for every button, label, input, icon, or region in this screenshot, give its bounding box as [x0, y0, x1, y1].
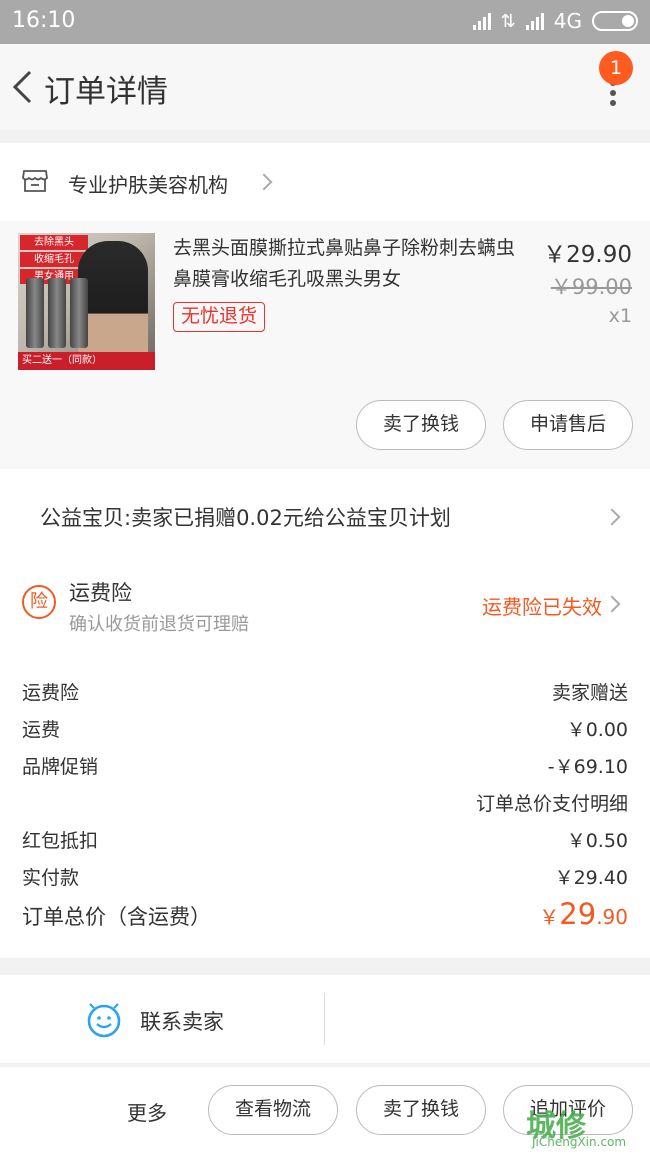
fee-row-shipping-insurance: 运费险 卖家赠送 — [22, 678, 628, 708]
chat-face-icon[interactable] — [86, 1002, 122, 1038]
refund-tag: 无忧退货 — [173, 302, 266, 332]
product-tube-image — [26, 278, 44, 348]
chevron-right-icon — [603, 595, 621, 613]
shop-row[interactable]: 专业护肤美容机构 — [0, 143, 650, 221]
contact-bar: 联系卖家 — [0, 975, 650, 1063]
signal-icon — [472, 12, 491, 30]
fee-summary: 运费险 卖家赠送 运费 ￥0.00 品牌促销 -￥69.10 订单总价支付明细 … — [0, 643, 650, 958]
model-face-image — [78, 241, 148, 361]
status-bar: 16:10 ⇅ 4G — [0, 0, 650, 44]
fee-label: 品牌促销 — [22, 756, 99, 778]
nav-bar: 订单详情 1 — [0, 44, 650, 130]
contact-seller-button[interactable]: 联系卖家 — [140, 1006, 224, 1036]
product-image[interactable]: 去除黑头 收缩毛孔 男女通用 买二送一（同款） — [18, 233, 155, 370]
notification-badge: 1 — [599, 51, 633, 85]
network-type: 4G — [553, 9, 582, 33]
view-logistics-button[interactable]: 查看物流 — [208, 1085, 338, 1135]
fee-label: 运费 — [22, 719, 61, 741]
total-label: 订单总价（含运费） — [22, 905, 211, 929]
page-title: 订单详情 — [44, 74, 168, 110]
charity-text: 公益宝贝:卖家已捐赠0.02元给公益宝贝计划 — [40, 506, 451, 530]
total-decimal: .90 — [596, 905, 628, 929]
product-tube-image — [48, 278, 66, 348]
status-time: 16:10 — [12, 8, 76, 33]
signal-icon-2 — [525, 12, 544, 30]
fee-row-red-packet: 红包抵扣 ￥0.50 — [22, 826, 628, 856]
original-price: ￥99.00 — [550, 275, 632, 299]
shipping-insurance-row[interactable]: 险 运费险 确认收货前退货可理赔 运费险已失效 — [0, 565, 650, 643]
fee-row-paid: 实付款 ￥29.40 — [22, 863, 628, 893]
sell-for-cash-button[interactable]: 卖了换钱 — [356, 400, 486, 450]
fee-value: 卖家赠送 — [551, 682, 628, 704]
back-arrow-icon[interactable] — [10, 69, 34, 105]
total-integer: 29 — [559, 897, 597, 931]
bottom-action-bar: 更多 查看物流 卖了换钱 追加评价 城修 JiChengXin.com — [0, 1067, 650, 1155]
shop-name: 专业护肤美容机构 — [68, 173, 228, 197]
total-currency: ￥ — [539, 905, 560, 929]
battery-icon — [592, 11, 638, 31]
insurance-title: 运费险 — [69, 581, 132, 605]
fee-row-total: 订单总价（含运费） ￥29.90 — [22, 897, 628, 937]
fee-label: 红包抵扣 — [22, 830, 99, 852]
fee-label: 运费险 — [22, 682, 80, 704]
product-tube-image — [70, 278, 88, 348]
fee-value: ￥0.50 — [566, 830, 628, 852]
image-tag-1: 去除黑头 — [20, 235, 88, 250]
product-price: ￥29.90 — [543, 242, 632, 268]
more-button[interactable]: 更多 — [127, 1097, 167, 1126]
charity-row[interactable]: 公益宝贝:卖家已捐赠0.02元给公益宝贝计划 — [0, 469, 650, 565]
fee-row-brand-promo: 品牌促销 -￥69.10 — [22, 752, 628, 782]
fee-label: 实付款 — [22, 867, 80, 889]
fee-value: ￥0.00 — [566, 719, 628, 741]
payment-detail-link[interactable]: 订单总价支付明细 — [476, 789, 628, 816]
fee-row-shipping: 运费 ￥0.00 — [22, 715, 628, 745]
fee-value: -￥69.10 — [547, 756, 628, 778]
status-icons: ⇅ 4G — [472, 9, 638, 33]
product-title[interactable]: 去黑头面膜撕拉式鼻贴鼻子除粉刺去螨虫鼻膜膏收缩毛孔吸黑头男女 — [173, 233, 525, 295]
data-transfer-icon: ⇅ — [500, 10, 516, 32]
insurance-icon: 险 — [22, 585, 56, 619]
product-quantity: x1 — [608, 305, 632, 327]
store-icon — [22, 170, 48, 192]
insurance-subtitle: 确认收货前退货可理赔 — [69, 614, 249, 635]
image-footer-banner: 买二送一（同款） — [18, 352, 155, 370]
divider — [324, 993, 325, 1045]
chevron-right-icon — [255, 173, 273, 191]
watermark-url: JiChengXin.com — [532, 1135, 627, 1149]
product-card[interactable]: 去除黑头 收缩毛孔 男女通用 买二送一（同款） 去黑头面膜撕拉式鼻贴鼻子除粉刺去… — [0, 221, 650, 469]
fee-value: ￥29.40 — [554, 867, 628, 889]
chevron-right-icon — [603, 508, 621, 526]
watermark-logo: 城修 JiChengXin.com — [526, 1099, 648, 1153]
sell-for-cash-button-bottom[interactable]: 卖了换钱 — [356, 1085, 486, 1135]
total-value: ￥29.90 — [539, 897, 628, 931]
payment-detail-link-row: 订单总价支付明细 — [22, 789, 628, 819]
apply-after-sale-button[interactable]: 申请售后 — [503, 400, 633, 450]
insurance-status[interactable]: 运费险已失效 — [482, 591, 602, 620]
